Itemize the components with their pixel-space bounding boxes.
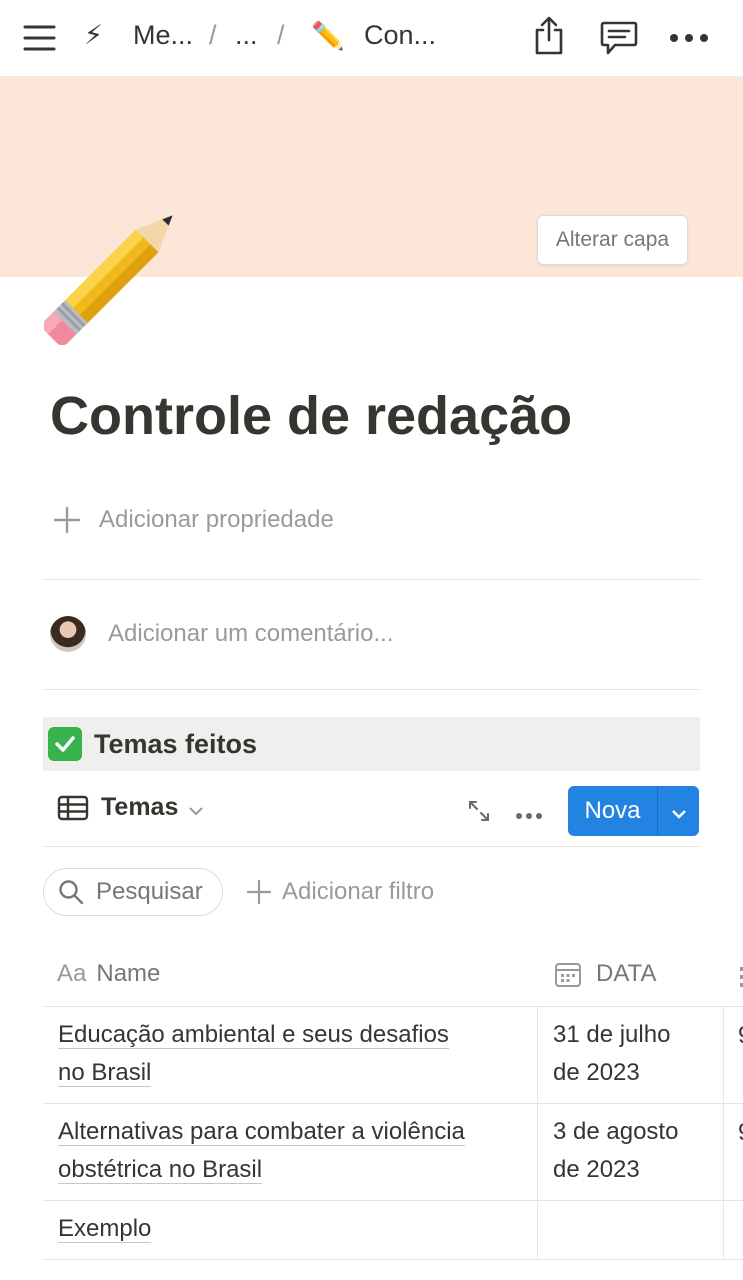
new-entry-options-button[interactable]	[658, 786, 699, 836]
clipped-cell: 9	[738, 1022, 743, 1050]
hamburger-icon[interactable]	[23, 24, 56, 52]
chevron-down-icon	[188, 803, 204, 815]
table-row[interactable]: Exemplo	[58, 1210, 528, 1248]
breadcrumb-item-3[interactable]: Con...	[364, 20, 436, 51]
comment-icon[interactable]	[599, 19, 639, 57]
date-cell[interactable]: 3 de agosto de 2023	[553, 1113, 713, 1189]
column-header-data[interactable]: DATA	[554, 960, 656, 988]
date-line: 3 de agosto	[553, 1118, 679, 1145]
add-filter-button[interactable]: Adicionar filtro	[246, 878, 434, 906]
text-property-icon: Aa	[57, 960, 87, 987]
date-cell[interactable]: 31 de julho de 2023	[553, 1016, 713, 1092]
top-bar: ⚡ Me... / ... / ✏️ Con...	[0, 0, 743, 77]
table-icon	[57, 795, 89, 821]
column-header-next	[738, 965, 743, 989]
breadcrumb-icon-3: ✏️	[311, 21, 345, 51]
view-tab-temas[interactable]: Temas	[57, 793, 204, 822]
row-title-line: Alternativas para combater a violência	[58, 1118, 465, 1146]
column-header-name[interactable]: Aa Name	[57, 960, 160, 988]
new-entry-button[interactable]: Nova	[568, 786, 657, 836]
column-label-name: Name	[96, 960, 161, 987]
pencil-icon[interactable]	[42, 200, 189, 346]
row-title-line: obstétrica no Brasil	[58, 1156, 263, 1184]
database-more-icon[interactable]	[516, 807, 542, 819]
search-label: Pesquisar	[96, 878, 203, 905]
table-line	[723, 1007, 724, 1259]
change-cover-button[interactable]: Alterar capa	[537, 215, 688, 265]
plus-icon	[52, 505, 82, 535]
comment-input[interactable]: Adicionar um comentário...	[50, 616, 393, 652]
clipped-cell: 9	[738, 1119, 743, 1147]
calendar-icon	[554, 960, 582, 988]
add-property-label: Adicionar propriedade	[99, 506, 334, 533]
column-label-data: DATA	[596, 960, 657, 987]
row-title-line: Educação ambiental e seus desafios	[58, 1021, 449, 1049]
divider	[43, 846, 700, 847]
avatar	[50, 616, 86, 652]
new-entry-button-group: Nova	[568, 786, 699, 836]
check-mark-icon	[48, 727, 82, 761]
more-horizontal-icon[interactable]	[669, 31, 709, 43]
share-icon[interactable]	[531, 16, 567, 56]
divider	[43, 579, 700, 580]
date-line: de 2023	[553, 1059, 640, 1086]
view-label: Temas	[101, 793, 179, 821]
expand-icon[interactable]	[467, 799, 491, 823]
date-line: de 2023	[553, 1156, 640, 1183]
breadcrumb-item-1[interactable]: Me...	[133, 20, 193, 51]
table-line	[43, 1259, 743, 1260]
plus-icon	[246, 879, 272, 905]
breadcrumb-icon-1: ⚡	[84, 20, 103, 50]
row-title-line: no Brasil	[58, 1059, 152, 1087]
add-filter-label: Adicionar filtro	[282, 878, 435, 905]
row-title-line: Exemplo	[58, 1215, 152, 1243]
date-line: 31 de julho	[553, 1021, 671, 1048]
heading-text: Temas feitos	[94, 728, 258, 759]
table-line	[43, 1006, 743, 1007]
page-title[interactable]: Controle de redação	[50, 385, 572, 447]
breadcrumb-item-2[interactable]: ...	[235, 20, 258, 51]
table-row[interactable]: Educação ambiental e seus desafios no Br…	[58, 1016, 528, 1092]
table-line	[537, 1007, 538, 1259]
search-button[interactable]: Pesquisar	[43, 868, 223, 916]
comment-placeholder: Adicionar um comentário...	[108, 620, 394, 647]
table-line	[43, 1103, 743, 1104]
toggle-heading[interactable]: Temas feitos	[43, 717, 700, 771]
table-line	[43, 1200, 743, 1201]
divider	[43, 689, 700, 690]
breadcrumb-separator: /	[277, 20, 285, 50]
chevron-down-icon	[671, 806, 687, 819]
table-row[interactable]: Alternativas para combater a violência o…	[58, 1113, 528, 1189]
add-property-button[interactable]: Adicionar propriedade	[52, 505, 334, 535]
breadcrumb-separator: /	[209, 20, 217, 50]
search-icon	[58, 879, 84, 905]
